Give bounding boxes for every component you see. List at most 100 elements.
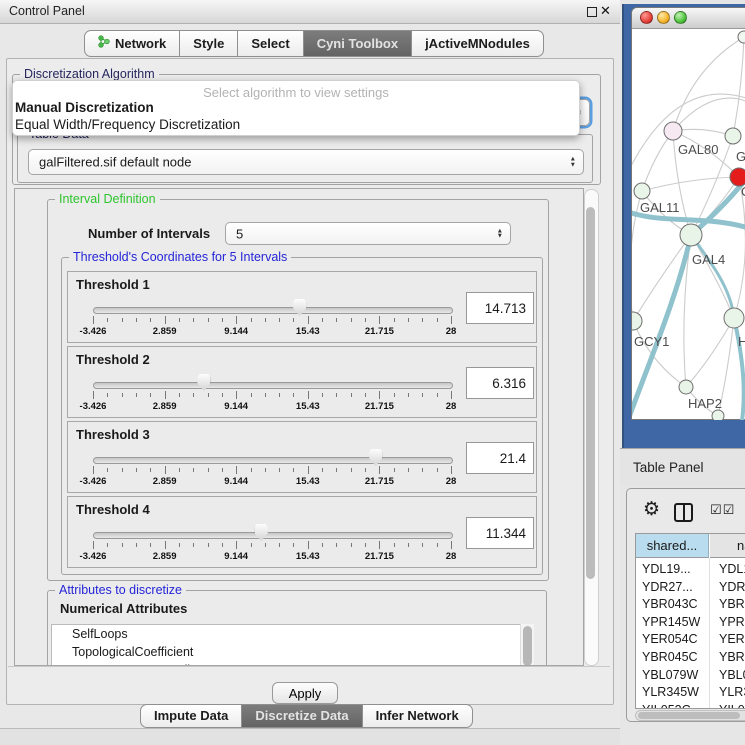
table-row[interactable]: YDR27...YDR2 — [636, 579, 745, 596]
interval-definition-group-title: Interval Definition — [55, 192, 160, 206]
attributes-group-title: Attributes to discretize — [55, 583, 186, 597]
network-node-label: GAL11 — [640, 200, 680, 215]
threshold-slider-track[interactable] — [93, 307, 453, 314]
bottom-tab-bar: Impute DataDiscretize DataInfer Network — [140, 704, 473, 728]
float-window-icon[interactable] — [587, 7, 597, 17]
close-traffic-light-icon[interactable] — [640, 11, 653, 24]
network-node-gal11[interactable] — [634, 183, 650, 199]
algorithm-dropdown-popup: Select algorithm to view settings Manual… — [12, 80, 580, 136]
table-panel-window: ⚙ ☑☑ shared... name YDL19...YDL1YDR27...… — [626, 488, 745, 722]
slider-tick-label: 9.144 — [224, 326, 248, 337]
app-root: Control Panel ✕ NetworkStyle Select Cyni T… — [0, 0, 745, 745]
attribute-items: SelfLoopsTopologicalCoefficientBetweenne… — [52, 625, 521, 666]
attributes-list-scrollbar[interactable] — [520, 624, 534, 666]
slider-tick — [93, 391, 94, 399]
table-horizontal-scrollbar-thumb[interactable] — [638, 712, 740, 719]
tab-discretize-data[interactable]: Discretize Data — [242, 704, 362, 728]
tab-network[interactable]: Network — [84, 30, 180, 57]
tab-select[interactable]: Select — [238, 30, 303, 57]
cell-shared-name: YBR045C — [642, 650, 698, 664]
control-panel-title: Control Panel — [9, 4, 85, 18]
threshold-slider-track[interactable] — [93, 382, 453, 389]
minimize-traffic-light-icon[interactable] — [657, 11, 670, 24]
threshold-slider-track[interactable] — [93, 457, 453, 464]
slider-tick — [251, 543, 252, 547]
popup-option-manual-discretization[interactable]: Manual Discretization — [15, 100, 154, 115]
attributes-group: Attributes to discretize Numerical Attri… — [47, 590, 547, 666]
thresholds-group-title: Threshold's Coordinates for 5 Intervals — [69, 250, 291, 264]
zoom-traffic-light-icon[interactable] — [674, 11, 687, 24]
slider-tick — [136, 393, 137, 397]
table-row[interactable]: YBR043CYBR0 — [636, 596, 745, 613]
thresholds-group: Threshold's Coordinates for 5 Intervals … — [61, 257, 543, 575]
slider-tick-label: 15.43 — [296, 551, 320, 562]
network-window-titlebar — [632, 8, 745, 29]
tab-jactivemnodules[interactable]: jActiveMNodules — [412, 30, 544, 57]
slider-tick-label: 21.715 — [365, 326, 394, 337]
threshold-slider-track[interactable] — [93, 532, 453, 539]
settings-scrollbar-thumb[interactable] — [586, 207, 595, 579]
tab-label: Select — [251, 31, 289, 56]
table-row[interactable]: YLR345WYLR3 — [636, 684, 745, 701]
network-node-gcy1[interactable] — [632, 312, 642, 330]
table-row[interactable]: YER054CYER0 — [636, 631, 745, 648]
slider-tick-label: 21.715 — [365, 476, 394, 487]
select-columns-checkbox-icons[interactable]: ☑☑ — [710, 503, 735, 518]
attributes-list-scrollbar-thumb[interactable] — [523, 626, 532, 666]
gear-icon[interactable]: ⚙ — [643, 498, 660, 520]
slider-tick — [122, 393, 123, 397]
slider-tick — [265, 393, 266, 397]
network-canvas[interactable]: GAL80GACGAL11GAL4GCY1HHAP2 — [632, 28, 745, 420]
network-node-gal4[interactable] — [680, 224, 702, 246]
cell-shared-name: YLR345W — [642, 685, 699, 699]
tab-impute-data[interactable]: Impute Data — [140, 704, 242, 728]
cell-shared-name: YBL079W — [642, 668, 698, 682]
slider-tick — [179, 543, 180, 547]
table-data-value: galFiltered.sif default node — [39, 155, 191, 170]
network-node-corner-node[interactable] — [738, 31, 745, 43]
popup-option-equal-width[interactable]: Equal Width/Frequency Discretization — [15, 117, 240, 132]
table-data-combobox[interactable]: galFiltered.sif default node ▲▼ — [28, 149, 584, 175]
network-node-label: HAP2 — [688, 396, 722, 411]
network-node-label: C — [741, 184, 745, 199]
network-node-h-node[interactable] — [724, 308, 744, 328]
slider-tick — [451, 466, 452, 474]
slider-tick — [451, 391, 452, 399]
table-row[interactable]: YDL19...YDL1 — [636, 561, 745, 578]
slider-tick — [107, 468, 108, 472]
slider-tick — [136, 468, 137, 472]
threshold-value-field[interactable]: 11.344 — [466, 517, 534, 549]
table-header-shared[interactable]: shared... — [636, 534, 709, 558]
slider-tick — [279, 543, 280, 547]
threshold-label: Threshold 2 — [76, 352, 150, 367]
columns-icon[interactable] — [674, 503, 693, 522]
table-row[interactable]: YBL079WYBL0 — [636, 667, 745, 684]
numerical-attributes-list[interactable]: SelfLoopsTopologicalCoefficientBetweenne… — [51, 624, 522, 666]
threshold-value-field[interactable]: 14.713 — [466, 292, 534, 324]
tab-cyni-toolbox[interactable]: Cyni Toolbox — [304, 30, 412, 57]
table-row[interactable]: YBR045CYBR0 — [636, 649, 745, 666]
tab-infer-network[interactable]: Infer Network — [363, 704, 473, 728]
network-node-top-right-node[interactable] — [725, 128, 741, 144]
node-table[interactable]: shared... name YDL19...YDL1YDR27...YDR2Y… — [635, 533, 745, 709]
table-row[interactable]: YIL052CYIL0 — [636, 702, 745, 709]
apply-button[interactable]: Apply — [272, 682, 338, 704]
network-node-bottom-node[interactable] — [712, 410, 724, 420]
list-item[interactable]: SelfLoops — [52, 625, 521, 643]
num-intervals-combobox[interactable]: 5 ▲▼ — [225, 222, 511, 245]
threshold-value-field[interactable]: 6.316 — [466, 367, 534, 399]
threshold-value-field[interactable]: 21.4 — [466, 442, 534, 474]
table-row[interactable]: YPR145WYPR1 — [636, 614, 745, 631]
slider-tick — [365, 318, 366, 322]
settings-scrollbar[interactable] — [584, 189, 599, 666]
table-horizontal-scrollbar[interactable] — [635, 710, 745, 721]
popup-placeholder-item[interactable]: Select algorithm to view settings — [13, 85, 579, 100]
slider-tick — [437, 468, 438, 472]
network-node-hap2[interactable] — [679, 380, 693, 394]
slider-tick — [93, 541, 94, 549]
table-header-name[interactable]: name — [710, 534, 745, 558]
list-item[interactable]: TopologicalCoefficient — [52, 643, 521, 661]
network-node-gal80[interactable] — [664, 122, 682, 140]
close-icon[interactable]: ✕ — [600, 3, 611, 19]
tab-style[interactable]: Style — [180, 30, 238, 57]
